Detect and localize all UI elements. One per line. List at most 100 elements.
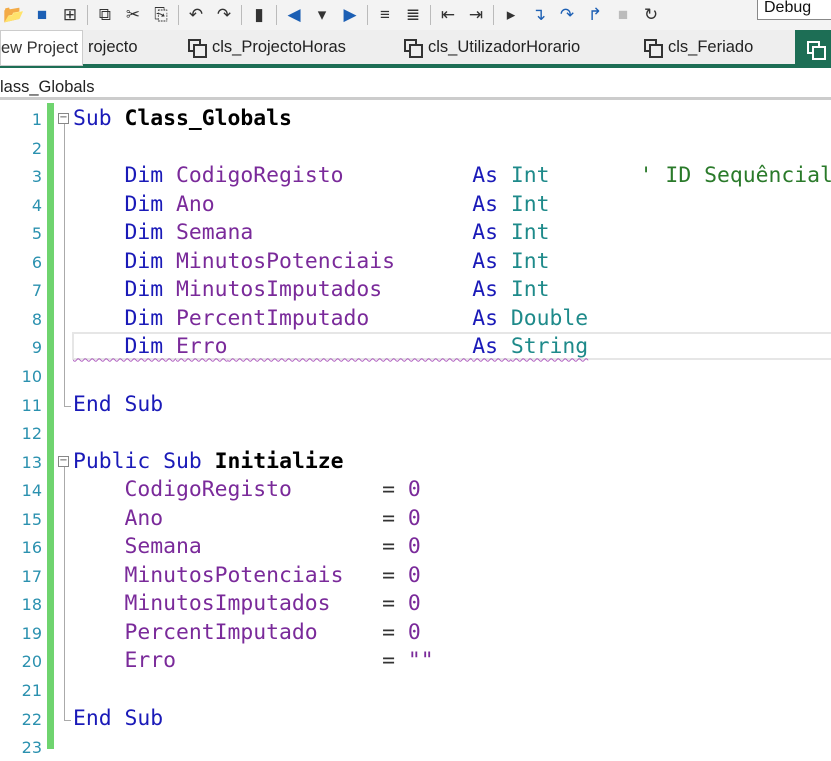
code-token: End Sub [73,705,164,731]
code-line[interactable]: 20 Erro = "" [0,646,831,675]
line-number: 10 [21,366,42,386]
code-token: CodigoRegisto [73,477,292,503]
new-project-tooltip: ew Project [0,30,83,66]
save-icon[interactable]: ■ [28,2,56,28]
comment-icon[interactable]: ≡ [371,2,399,28]
code-line[interactable]: 23 [0,732,831,761]
line-number: 22 [21,709,42,729]
breadcrumb[interactable]: lass_Globals [0,70,831,100]
line-number: 19 [21,623,42,643]
bookmark-icon[interactable]: ▮ [245,2,273,28]
code-token: PercentImputado [73,619,318,645]
code-text: Erro = "" [73,648,434,673]
tab-cls-feriado[interactable]: cls_Feriado [644,30,753,64]
undo-icon[interactable]: ↶ [182,2,210,28]
code-token: As [472,277,511,303]
code-text: Sub Class_Globals [73,106,292,131]
solution-configuration-select[interactable]: Debug [757,0,831,20]
code-text: Dim Ano As Int [73,192,550,217]
code-line[interactable]: 8 Dim PercentImputado As Double [0,304,831,333]
tab-projecto[interactable]: rojecto [88,30,138,64]
folder-icon[interactable]: 📂 [0,2,28,28]
code-line[interactable]: 13 Public Sub Initialize [0,447,831,476]
code-line[interactable]: 11 End Sub [0,390,831,419]
code-token: Dim [73,334,177,360]
indent-icon[interactable]: ⇥ [462,2,490,28]
line-number: 12 [21,424,42,444]
code-token: MinutosPotenciais [176,248,395,274]
code-line[interactable]: 4 Dim Ano As Int [0,190,831,219]
navigate-forward-icon[interactable]: ▶ [336,2,364,28]
code-line[interactable]: 9 Dim Erro As String [0,332,831,361]
code-token: As [472,220,511,246]
collapse-icon[interactable]: − [58,113,69,124]
code-token: Erro [73,648,177,674]
code-line[interactable]: 2 [0,133,831,162]
collapse-icon[interactable]: − [58,455,69,467]
code-token: CodigoRegisto [176,163,344,189]
toolbar-separator [178,5,179,25]
line-number: 20 [21,652,42,672]
code-text: Dim MinutosImputados As Int [73,277,550,302]
tab-active[interactable] [795,30,831,68]
code-line[interactable]: 18 MinutosImputados = 0 [0,589,831,618]
line-number: 21 [21,681,42,700]
cut-icon[interactable]: ✂ [119,2,147,28]
save-all-icon[interactable]: ⊞ [56,2,84,28]
uncomment-icon[interactable]: ≣ [399,2,427,28]
line-number: 23 [21,738,42,758]
code-token: Int [510,220,550,246]
stop-icon[interactable]: ■ [609,2,637,28]
dropdown-icon[interactable]: ▾ [308,2,336,28]
code-token: MinutosImputados [176,277,383,303]
restart-icon[interactable]: ↻ [637,2,665,28]
code-editor[interactable]: 1 Sub Class_Globals 2 3 Dim CodigoRegisto A… [0,103,831,757]
tab-cls-projectohoras[interactable]: cls_ProjectoHoras [188,30,346,64]
step-out-icon[interactable]: ↱ [581,2,609,28]
code-line[interactable]: 14 CodigoRegisto = 0 [0,475,831,504]
code-token: Int [510,191,550,217]
line-number: 5 [31,224,42,244]
redo-icon[interactable]: ↷ [210,2,238,28]
code-line[interactable]: 5 Dim Semana As Int [0,218,831,247]
code-line[interactable]: 6 Dim MinutosPotenciais As Int [0,247,831,276]
code-line[interactable]: 1 Sub Class_Globals [0,104,831,133]
code-line[interactable]: 19 PercentImputado = 0 [0,618,831,647]
code-text: PercentImputado = 0 [73,620,421,645]
line-number: 1 [31,110,42,129]
tab-cls-utilizadorhorario[interactable]: cls_UtilizadorHorario [404,30,580,64]
navigate-back-icon[interactable]: ◀ [280,2,308,28]
code-token: Public Sub [73,448,215,474]
code-line[interactable]: 10 [0,361,831,390]
line-number: 7 [31,281,42,301]
code-token: = [343,562,408,588]
class-icon [404,39,423,58]
outdent-icon[interactable]: ⇤ [434,2,462,28]
code-line[interactable]: 15 Ano = 0 [0,504,831,533]
code-token: As [472,191,511,217]
code-line[interactable]: 3 Dim CodigoRegisto As Int ' ID Sequênci… [0,161,831,190]
copy-icon[interactable]: ⧉ [91,2,119,28]
code-line[interactable]: 21 [0,675,831,704]
step-over-icon[interactable]: ↷ [553,2,581,28]
code-line[interactable]: 16 Semana = 0 [0,532,831,561]
code-token: Sub [73,106,125,131]
code-text: Public Sub Initialize [73,449,343,474]
code-line[interactable]: 22 End Sub [0,704,831,733]
code-token: Int [510,277,550,303]
code-line[interactable]: 7 Dim MinutosImputados As Int [0,275,831,304]
code-line[interactable]: 12 [0,418,831,447]
step-into-icon[interactable]: ↴ [525,2,553,28]
paste-icon[interactable]: ⎘ [147,2,175,28]
code-text: Dim PercentImputado As Double [73,306,589,331]
code-text: Semana = 0 [73,534,421,559]
class-icon [807,41,826,60]
start-icon[interactable]: ▸ [497,2,525,28]
code-line[interactable]: 17 MinutosPotenciais = 0 [0,561,831,590]
code-text: End Sub [73,392,163,417]
code-text: End Sub [73,706,163,731]
code-token: Dim [73,248,177,274]
code-token: As [472,334,511,360]
